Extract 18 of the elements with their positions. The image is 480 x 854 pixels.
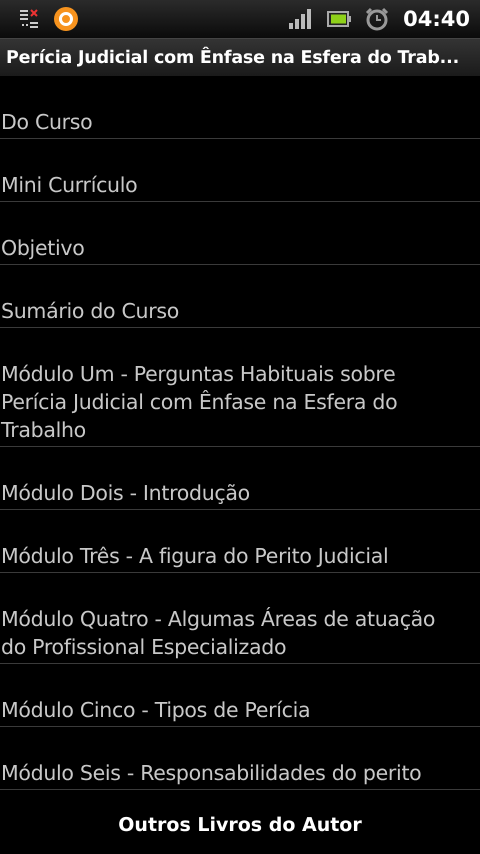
battery-icon [327, 11, 352, 27]
menu-item[interactable]: Módulo Um - Perguntas Habituais sobre Perícia Judicial com Ênfase na Esfera do Trabalho [0, 328, 480, 447]
menu-item[interactable]: Módulo Cinco - Tipos de Perícia [0, 664, 480, 727]
app-title: Perícia Judicial com Ênfase na Esfera do Trab... [6, 48, 460, 68]
menu-item[interactable]: Módulo Quatro - Algumas Áreas de atuação do Profissional Especializado [0, 573, 480, 664]
menu-item[interactable]: Sumário do Curso [0, 265, 480, 328]
notification-list-icon [18, 8, 40, 30]
alarm-clock-icon [365, 7, 390, 31]
menu-item[interactable]: Objetivo [0, 202, 480, 265]
menu-item[interactable]: Módulo Três - A figura do Perito Judicial [0, 510, 480, 573]
ring-icon [54, 7, 78, 31]
menu-item[interactable]: Módulo Seis - Responsabilidades do perito [0, 727, 480, 790]
signal-icon [289, 9, 314, 29]
menu-item[interactable]: Módulo Dois - Introdução [0, 447, 480, 510]
clock-time: 04:40 [403, 7, 470, 31]
other-books-button[interactable]: Outros Livros do Autor [110, 810, 370, 840]
menu-item[interactable]: Do Curso [0, 76, 480, 139]
menu-item[interactable]: Mini Currículo [0, 139, 480, 202]
